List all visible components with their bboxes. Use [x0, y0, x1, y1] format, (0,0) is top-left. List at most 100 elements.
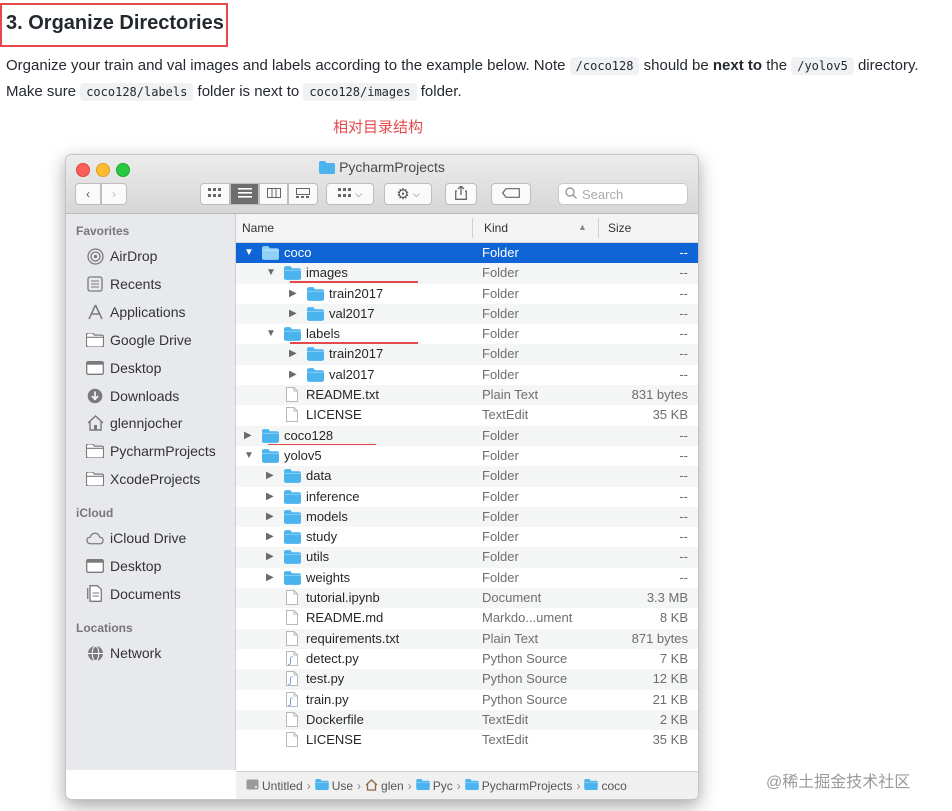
file-row[interactable]: ʃ test.py Python Source 12 KB: [236, 669, 698, 690]
disclosure-expanded-icon[interactable]: ▼: [244, 450, 254, 461]
file-kind: Folder: [482, 326, 519, 342]
airdrop-icon: [86, 247, 104, 265]
file-row[interactable]: LICENSE TextEdit 35 KB: [236, 405, 698, 425]
path-segment-label: Untitled: [262, 779, 303, 793]
file-size: --: [679, 285, 688, 301]
grid-icon: [337, 187, 352, 201]
disclosure-collapsed-icon[interactable]: ▶: [289, 369, 297, 380]
file-row[interactable]: tutorial.ipynb Document 3.3 MB: [236, 588, 698, 609]
file-kind: Python Source: [482, 650, 568, 666]
file-row[interactable]: requirements.txt Plain Text 871 bytes: [236, 628, 698, 649]
red-annotation-underline: [290, 342, 418, 344]
sidebar-item-network[interactable]: Network: [86, 645, 161, 661]
back-button[interactable]: ‹: [75, 183, 101, 205]
disclosure-collapsed-icon[interactable]: ▶: [266, 551, 274, 562]
disclosure-collapsed-icon[interactable]: ▶: [266, 531, 274, 542]
file-row[interactable]: ▶ inference Folder --: [236, 487, 698, 507]
file-row[interactable]: ▶ val2017 Folder --: [236, 365, 698, 385]
path-segment[interactable]: glen: [365, 778, 404, 794]
file-row[interactable]: ▶ train2017 Folder --: [236, 284, 698, 304]
file-row[interactable]: ▶ weights Folder --: [236, 568, 698, 588]
disclosure-collapsed-icon[interactable]: ▶: [266, 491, 274, 502]
file-row[interactable]: ▶ utils Folder --: [236, 547, 698, 568]
file-name: train2017: [329, 285, 384, 301]
path-segment[interactable]: Pyc: [415, 779, 453, 793]
file-row[interactable]: ▼ images Folder --: [236, 263, 698, 284]
file-row[interactable]: ▶ train2017 Folder --: [236, 344, 698, 365]
sidebar-item-airdrop[interactable]: AirDrop: [86, 247, 157, 265]
column-divider[interactable]: [472, 218, 473, 238]
column-kind-header[interactable]: Kind: [484, 221, 508, 235]
file-row[interactable]: ▼ labels Folder --: [236, 324, 698, 344]
python-file-icon: ʃ: [286, 671, 298, 689]
sidebar-item-downloads[interactable]: Downloads: [86, 388, 179, 404]
disclosure-collapsed-icon[interactable]: ▶: [266, 572, 274, 583]
file-row[interactable]: Dockerfile TextEdit 2 KB: [236, 709, 698, 731]
disclosure-expanded-icon[interactable]: ▼: [266, 267, 276, 278]
column-size-header[interactable]: Size: [608, 221, 631, 235]
path-segment[interactable]: Use: [314, 779, 353, 793]
gear-icon: ⚙: [396, 186, 410, 203]
file-kind: Folder: [482, 549, 519, 565]
file-row[interactable]: ▶ val2017 Folder --: [236, 303, 698, 325]
path-segment-label: coco: [601, 779, 627, 793]
file-row[interactable]: README.md Markdo...ument 8 KB: [236, 608, 698, 628]
column-view-button[interactable]: [259, 183, 288, 205]
sidebar-item-documents[interactable]: Documents: [86, 585, 181, 603]
path-segment[interactable]: coco: [584, 779, 627, 793]
path-separator-icon: ›: [456, 779, 461, 793]
disclosure-collapsed-icon[interactable]: ▶: [266, 511, 274, 522]
search-field[interactable]: Search: [558, 183, 688, 205]
disclosure-collapsed-icon[interactable]: ▶: [289, 308, 297, 319]
file-row[interactable]: ▶ study Folder --: [236, 527, 698, 547]
path-separator-icon: ›: [357, 779, 362, 793]
disclosure-collapsed-icon[interactable]: ▶: [266, 470, 274, 481]
sidebar-item-glennjocher[interactable]: glennjocher: [86, 415, 182, 431]
file-row[interactable]: ▶ coco128 Folder --: [236, 425, 698, 446]
share-button[interactable]: [445, 183, 477, 205]
grid-icon: [208, 187, 222, 201]
file-row[interactable]: LICENSE TextEdit 35 KB: [236, 730, 698, 750]
file-size: --: [679, 529, 688, 545]
sort-ascending-icon: ▲: [578, 222, 587, 232]
sidebar-item-pycharmprojects[interactable]: PycharmProjects: [86, 443, 216, 459]
file-name: val2017: [329, 366, 375, 382]
gallery-view-button[interactable]: [288, 183, 318, 205]
icon-view-button[interactable]: [200, 183, 230, 205]
action-button[interactable]: ⚙ ⌵: [384, 183, 432, 205]
file-kind: TextEdit: [482, 732, 529, 748]
sidebar-item-label: XcodeProjects: [110, 471, 201, 488]
column-divider[interactable]: [598, 218, 599, 238]
folder-icon: [86, 471, 104, 487]
disclosure-collapsed-icon[interactable]: ▶: [289, 348, 297, 359]
disclosure-collapsed-icon[interactable]: ▶: [244, 430, 252, 441]
window-title: PycharmProjects: [66, 159, 698, 177]
disclosure-collapsed-icon[interactable]: ▶: [289, 288, 297, 299]
file-size: 21 KB: [652, 691, 688, 707]
disclosure-expanded-icon[interactable]: ▼: [244, 247, 254, 258]
file-row[interactable]: ʃ detect.py Python Source 7 KB: [236, 649, 698, 669]
sidebar-item-recents[interactable]: Recents: [86, 276, 161, 292]
sidebar-item-icloud-drive[interactable]: iCloud Drive: [86, 530, 186, 546]
file-row[interactable]: ▶ models Folder --: [236, 506, 698, 528]
path-separator-icon: ›: [407, 779, 412, 793]
file-row[interactable]: README.txt Plain Text 831 bytes: [236, 385, 698, 406]
forward-button[interactable]: ›: [101, 183, 127, 205]
column-name-header[interactable]: Name: [242, 221, 274, 235]
file-row[interactable]: ▶ data Folder --: [236, 466, 698, 487]
sidebar-item-desktop[interactable]: Desktop: [86, 360, 161, 376]
file-row[interactable]: ʃ train.py Python Source 21 KB: [236, 690, 698, 710]
disclosure-expanded-icon[interactable]: ▼: [266, 328, 276, 339]
path-segment[interactable]: Untitled: [246, 779, 303, 793]
file-row[interactable]: ▼ yolov5 Folder --: [236, 446, 698, 466]
group-by-button[interactable]: ⌵: [326, 183, 374, 205]
sidebar-item-applications[interactable]: Applications: [86, 304, 186, 320]
file-row[interactable]: ▼ coco Folder --: [236, 243, 698, 264]
list-view-button[interactable]: [230, 183, 259, 205]
tags-button[interactable]: [491, 183, 531, 205]
column-header: Name Kind ▲ Size: [236, 214, 698, 243]
sidebar-item-desktop[interactable]: Desktop: [86, 558, 161, 574]
sidebar-item-google-drive[interactable]: Google Drive: [86, 332, 192, 348]
sidebar-item-xcodeprojects[interactable]: XcodeProjects: [86, 471, 200, 487]
path-segment[interactable]: PycharmProjects: [464, 779, 572, 793]
